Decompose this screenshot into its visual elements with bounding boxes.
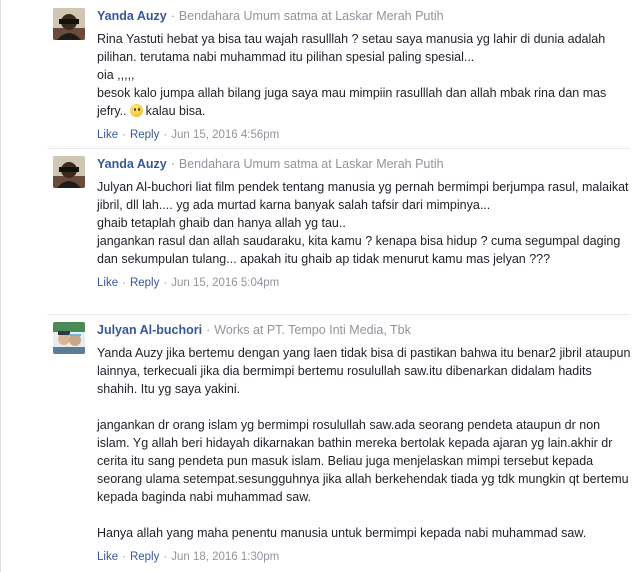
comment-line: jangankan dr orang islam yg bermimpi ros… bbox=[97, 418, 629, 504]
comment-timestamp[interactable]: Jun 18, 2016 1:30pm bbox=[171, 551, 279, 563]
comment-author[interactable]: Yanda Auzy bbox=[97, 9, 167, 23]
avatar[interactable] bbox=[53, 322, 85, 354]
reply-button[interactable]: Reply bbox=[130, 277, 159, 289]
comment-line: Yanda Auzy jika bertemu dengan yang laen… bbox=[97, 346, 631, 396]
comment-divider bbox=[47, 314, 630, 315]
comment-divider bbox=[47, 148, 630, 149]
comment-line: Julyan Al-buchori liat film pendek tenta… bbox=[97, 180, 629, 212]
comment-line: ghaib tetaplah ghaib dan hanya allah yg … bbox=[97, 216, 346, 230]
comment-text: Yanda Auzy jika bertemu dengan yang laen… bbox=[97, 344, 633, 542]
comment-actions: Like · Reply · Jun 18, 2016 1:30pm bbox=[97, 551, 280, 563]
reply-button[interactable]: Reply bbox=[130, 129, 159, 141]
comment-header: Julyan Al-buchori · Works at PT. Tempo Int… bbox=[97, 322, 633, 338]
comment-line: oia ,,,,, bbox=[97, 68, 135, 82]
comment-thread: Yanda Auzy · Bendahara Umum satma at Laska… bbox=[0, 0, 640, 572]
comment-author[interactable]: Julyan Al-buchori bbox=[97, 323, 202, 337]
comment-line: besok kalo jumpa allah bilang juga saya … bbox=[97, 86, 607, 118]
comment-header: Yanda Auzy · Bendahara Umum satma at Laska… bbox=[97, 156, 633, 172]
comment-header: Yanda Auzy · Bendahara Umum satma at Laska… bbox=[97, 8, 633, 24]
comment-actions: Like · Reply · Jun 15, 2016 4:56pm bbox=[97, 129, 280, 141]
comment-line: Rina Yastuti hebat ya bisa tau wajah ras… bbox=[97, 32, 606, 64]
comment-timestamp[interactable]: Jun 15, 2016 4:56pm bbox=[171, 129, 279, 141]
comment-line: Hanya allah yang maha penentu manusia un… bbox=[97, 526, 587, 540]
comment-text: Julyan Al-buchori liat film pendek tenta… bbox=[97, 178, 631, 268]
separator-dot: · bbox=[170, 157, 175, 171]
separator-dot: · bbox=[206, 323, 211, 337]
comment-author[interactable]: Yanda Auzy bbox=[97, 157, 167, 171]
comment-text: Rina Yastuti hebat ya bisa tau wajah ras… bbox=[97, 30, 629, 120]
comment-author-role: Bendahara Umum satma at Laskar Merah Put… bbox=[178, 9, 444, 23]
comment-line: jangankan rasul dan allah saudaraku, kit… bbox=[97, 234, 621, 266]
reply-button[interactable]: Reply bbox=[130, 551, 159, 563]
like-button[interactable]: Like bbox=[97, 129, 118, 141]
separator-dot: · bbox=[170, 9, 175, 23]
like-button[interactable]: Like bbox=[97, 551, 118, 563]
comment-author-role: Works at PT. Tempo Inti Media, Tbk bbox=[214, 323, 411, 337]
avatar[interactable] bbox=[53, 8, 85, 40]
comment-actions: Like · Reply · Jun 15, 2016 5:04pm bbox=[97, 277, 280, 289]
comment-timestamp[interactable]: Jun 15, 2016 5:04pm bbox=[171, 277, 279, 289]
avatar[interactable] bbox=[53, 156, 85, 188]
comment-author-role: Bendahara Umum satma at Laskar Merah Put… bbox=[178, 157, 444, 171]
like-button[interactable]: Like bbox=[97, 277, 118, 289]
smiley-emoji-icon bbox=[129, 104, 143, 117]
